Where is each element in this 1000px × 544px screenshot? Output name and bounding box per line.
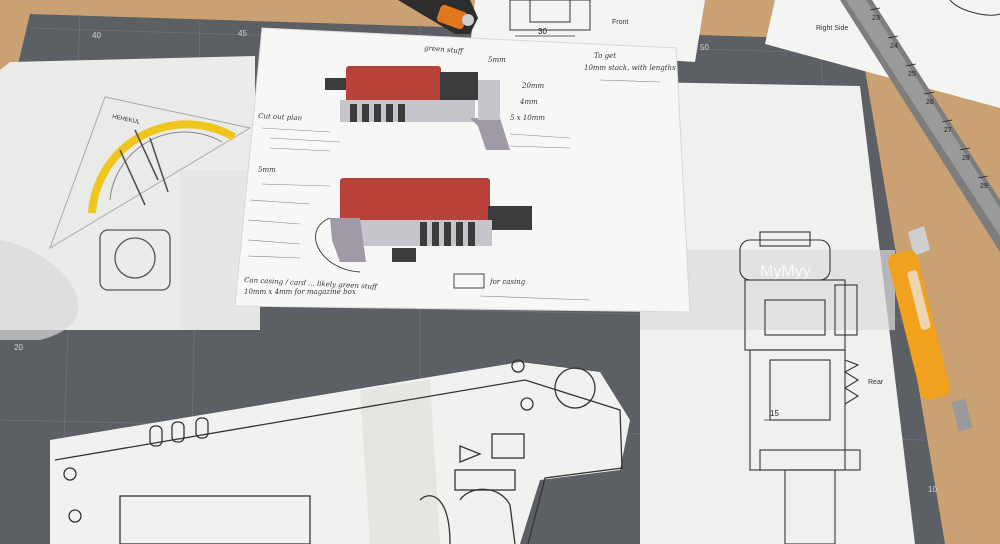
note: 5mm (488, 56, 506, 64)
note: 20mm (521, 82, 545, 90)
ruler-number: 28 (962, 155, 970, 162)
mat-number: 45 (238, 29, 247, 38)
mat-number: 20 (14, 343, 23, 352)
note: 4mm (519, 98, 538, 106)
note: 5 x 10mm (510, 114, 545, 122)
note: 5mm (258, 166, 276, 174)
note: 10mm stack, with lengths (584, 64, 676, 72)
dimension-side: 15 (770, 409, 779, 418)
workbench-photo: 40 45 5 10 15 20 50 10 MyMyy (0, 0, 1000, 544)
ruler-number: 29 (980, 183, 988, 190)
mat-number: 50 (700, 43, 709, 52)
ruler-number: 24 (890, 43, 898, 50)
mat-number: 10 (928, 485, 937, 494)
note: 10mm x 4mm for magazine box (244, 288, 356, 296)
ruler-number: 25 (908, 71, 916, 78)
ruler-number: 27 (944, 127, 952, 134)
mat-number: 40 (92, 31, 101, 40)
ruler-number: 26 (926, 99, 934, 106)
label-right-side: Right Side (816, 25, 848, 32)
note: To get (594, 52, 616, 60)
ruler-number: 23 (872, 15, 880, 22)
label-front: Front (612, 19, 628, 26)
svg-text:MyMyy: MyMyy (760, 263, 811, 280)
dimension-top: 30 (538, 27, 547, 36)
concept-sheet: green stuff 5mm Cut out plan To get 10mm… (234, 27, 691, 313)
note: for casing (489, 278, 526, 286)
label-rear: Rear (868, 379, 884, 386)
